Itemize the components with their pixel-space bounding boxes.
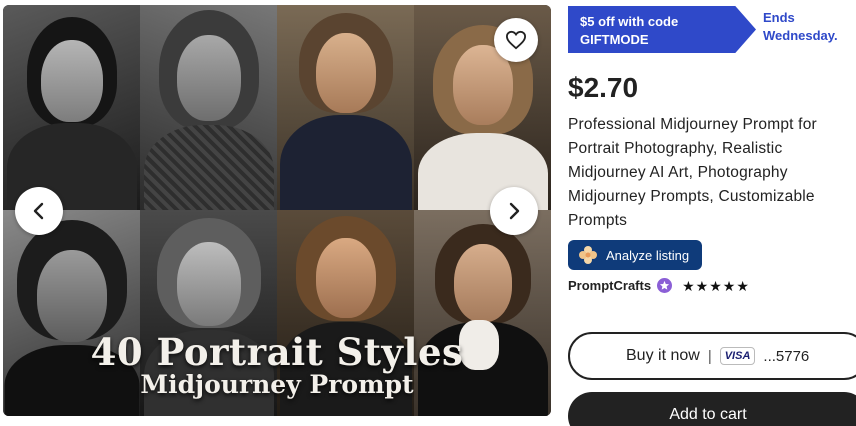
- heart-icon: [505, 30, 527, 50]
- analyze-listing-label: Analyze listing: [606, 247, 690, 263]
- star-icon: ★: [695, 277, 709, 294]
- portrait-tile: [140, 5, 277, 210]
- rating-stars[interactable]: ★ ★ ★ ★ ★: [682, 279, 749, 293]
- star-seller-icon: [657, 278, 673, 293]
- add-to-cart-label: Add to cart: [669, 406, 747, 423]
- shop-info: PromptCrafts ★ ★ ★ ★ ★: [568, 278, 749, 293]
- buy-now-divider: |: [707, 347, 712, 365]
- visa-card-icon: VISA: [719, 347, 756, 365]
- star-icon: ★: [709, 277, 722, 294]
- listing-image-gallery[interactable]: 40 Portrait Styles Midjourney Prompt: [3, 5, 551, 416]
- buy-it-now-button[interactable]: Buy it now | VISA ...5776: [568, 332, 856, 380]
- promo-ends-label: Ends: [763, 10, 795, 25]
- portrait-tile: [277, 5, 414, 210]
- favorite-button[interactable]: [494, 18, 538, 62]
- star-icon: ★: [722, 277, 736, 294]
- promo-banner: $5 off with code GIFTMODE: [568, 6, 756, 53]
- promo-line-1: $5 off with code: [580, 14, 679, 29]
- chevron-left-icon: [33, 202, 44, 220]
- promo-expiry: Ends Wednesday.: [763, 9, 853, 45]
- overlay-subtitle: Midjourney Prompt: [140, 370, 414, 399]
- card-last-digits: ...5776: [763, 347, 810, 365]
- star-icon: ★: [682, 277, 695, 294]
- previous-image-button[interactable]: [15, 187, 63, 235]
- buy-it-now-label: Buy it now: [626, 347, 700, 364]
- promo-code: GIFTMODE: [580, 32, 649, 47]
- add-to-cart-button[interactable]: Add to cart: [568, 392, 856, 426]
- star-icon: ★: [736, 277, 749, 294]
- shop-name-link[interactable]: PromptCrafts: [568, 278, 651, 293]
- overlay-title: 40 Portrait Styles: [90, 330, 464, 374]
- analyze-listing-button[interactable]: Analyze listing: [568, 240, 702, 270]
- chevron-right-icon: [509, 202, 520, 220]
- product-title: Professional Midjourney Prompt for Portr…: [568, 116, 817, 229]
- promo-ends-day: Wednesday.: [763, 28, 838, 43]
- portrait-tile: [3, 5, 140, 210]
- price: $2.70: [568, 72, 639, 103]
- flower-icon: [579, 246, 597, 264]
- next-image-button[interactable]: [490, 187, 538, 235]
